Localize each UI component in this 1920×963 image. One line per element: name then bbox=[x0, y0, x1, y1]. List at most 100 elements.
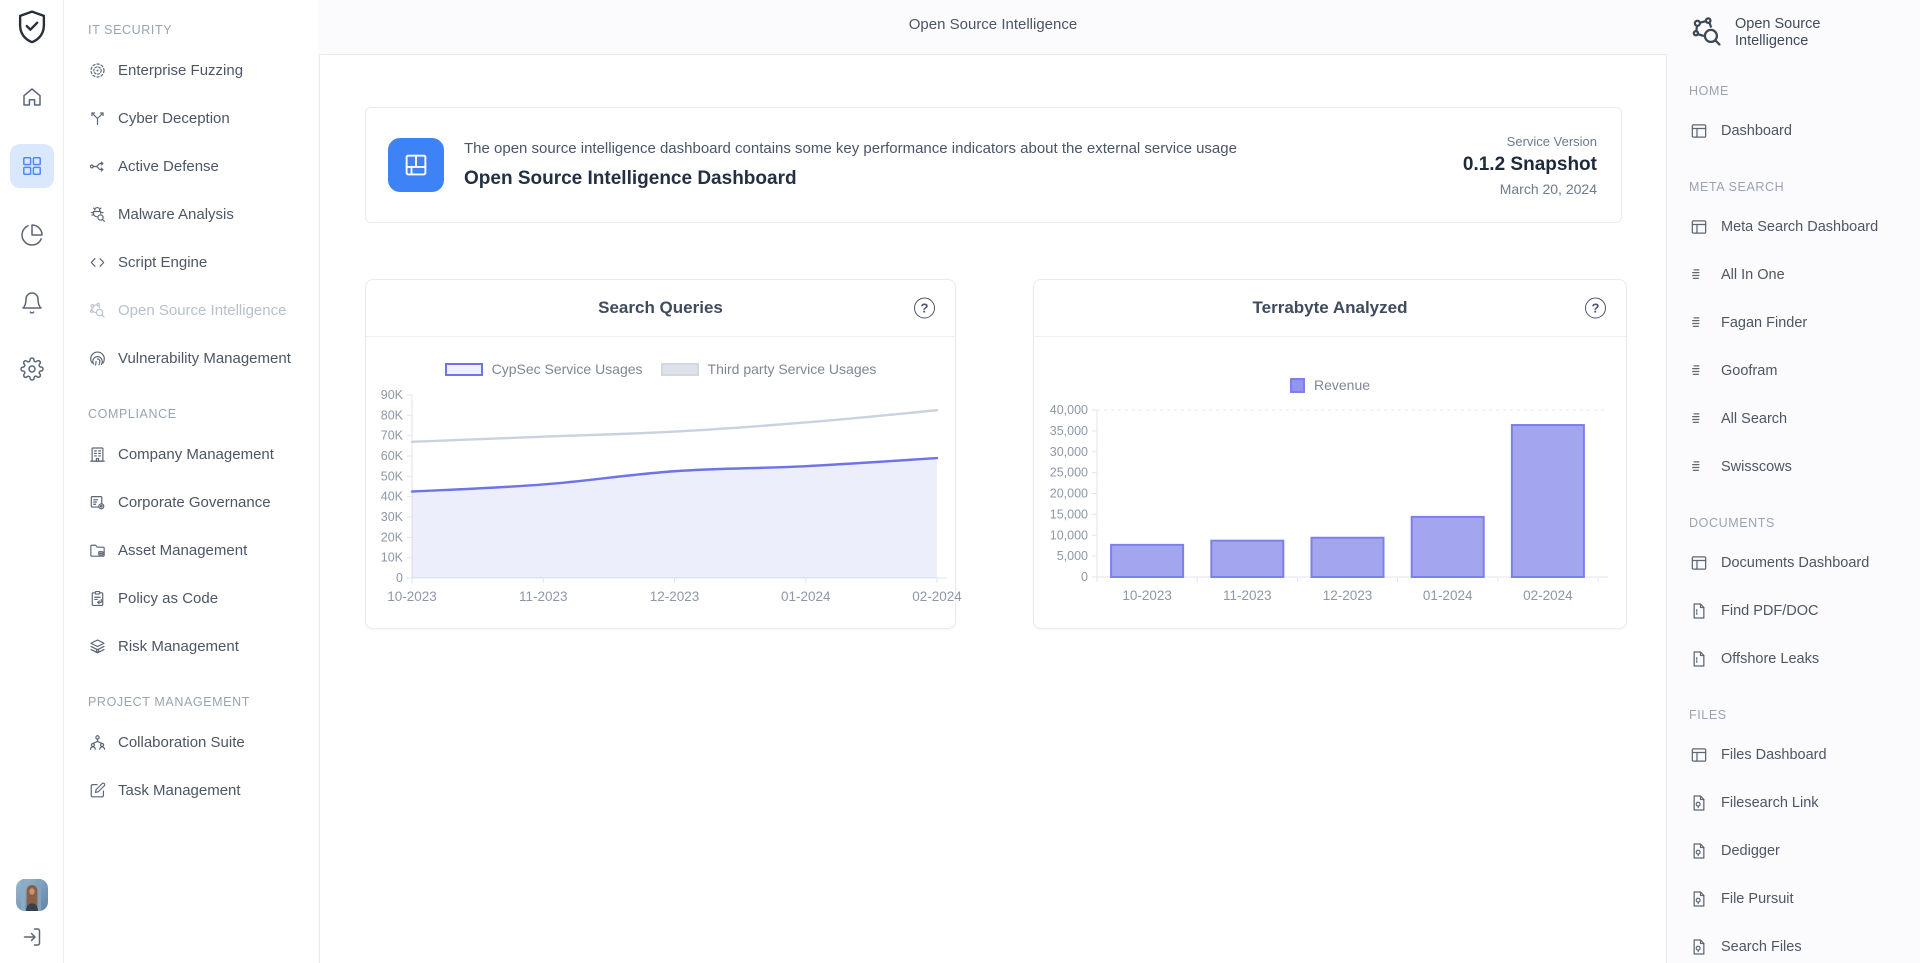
right-item-search-files[interactable]: Search Files bbox=[1689, 923, 1920, 963]
sidebar-item-risk-management[interactable]: Risk Management bbox=[88, 622, 318, 670]
help-icon[interactable] bbox=[914, 298, 935, 319]
right-sidebar-body: HOMEDashboardMETA SEARCHMeta Search Dash… bbox=[1689, 81, 1920, 963]
right-item-swisscows[interactable]: Swisscows bbox=[1689, 443, 1920, 491]
file-circle-icon bbox=[1689, 841, 1709, 861]
svg-text:01-2024: 01-2024 bbox=[781, 589, 831, 604]
sidebar-item-collaboration-suite[interactable]: Collaboration Suite bbox=[88, 718, 318, 766]
right-item-dashboard[interactable]: Dashboard bbox=[1689, 107, 1920, 155]
svg-text:10-2023: 10-2023 bbox=[1122, 588, 1172, 603]
logout-button[interactable] bbox=[20, 925, 44, 949]
right-item-offshore-leaks[interactable]: Offshore Leaks bbox=[1689, 635, 1920, 683]
svg-text:02-2024: 02-2024 bbox=[1523, 588, 1573, 603]
menu-item-label: File Pursuit bbox=[1721, 891, 1794, 907]
sidebar-item-policy-as-code[interactable]: Policy as Code bbox=[88, 574, 318, 622]
legend-item-revenue[interactable]: Revenue bbox=[1290, 377, 1370, 393]
right-item-goofram[interactable]: Goofram bbox=[1689, 347, 1920, 395]
main-panel: The open source intelligence dashboard c… bbox=[319, 54, 1667, 963]
sidebar-item-malware-analysis[interactable]: Malware Analysis bbox=[88, 190, 318, 238]
chart-legend: Revenue bbox=[1034, 375, 1626, 395]
code-icon bbox=[88, 253, 107, 272]
svg-text:70K: 70K bbox=[381, 429, 404, 443]
right-item-meta-search-dashboard[interactable]: Meta Search Dashboard bbox=[1689, 203, 1920, 251]
user-avatar[interactable] bbox=[16, 879, 48, 911]
doc-dashed-icon bbox=[1689, 649, 1709, 669]
right-section-files: FILES bbox=[1689, 705, 1920, 725]
sidebar-item-cyber-deception[interactable]: Cyber Deception bbox=[88, 94, 318, 142]
rail-pie-chart-button[interactable] bbox=[10, 213, 54, 257]
right-item-all-in-one[interactable]: All In One bbox=[1689, 251, 1920, 299]
info-description: The open source intelligence dashboard c… bbox=[464, 140, 1237, 157]
right-item-dedigger[interactable]: Dedigger bbox=[1689, 827, 1920, 875]
menu-item-label: Active Defense bbox=[118, 158, 219, 175]
window-icon bbox=[1689, 121, 1709, 141]
right-item-file-pursuit[interactable]: File Pursuit bbox=[1689, 875, 1920, 923]
right-item-files-dashboard[interactable]: Files Dashboard bbox=[1689, 731, 1920, 779]
rail-settings-button[interactable] bbox=[10, 347, 54, 391]
rail-grid-button[interactable] bbox=[10, 144, 54, 188]
menu-item-label: Documents Dashboard bbox=[1721, 555, 1869, 571]
branch-icon bbox=[88, 109, 107, 128]
edit-square-icon bbox=[88, 781, 107, 800]
sidebar-item-script-engine[interactable]: Script Engine bbox=[88, 238, 318, 286]
sidebar-item-task-management[interactable]: Task Management bbox=[88, 766, 318, 814]
right-sidebar-title: Open Source Intelligence bbox=[1735, 14, 1847, 51]
list-icon bbox=[1689, 265, 1709, 285]
menu-item-label: Meta Search Dashboard bbox=[1721, 219, 1878, 235]
svg-text:10-2023: 10-2023 bbox=[387, 589, 437, 604]
help-icon[interactable] bbox=[1585, 298, 1606, 319]
svg-text:50K: 50K bbox=[381, 469, 404, 483]
sidebar-item-asset-management[interactable]: Asset Management bbox=[88, 526, 318, 574]
right-item-filesearch-link[interactable]: Filesearch Link bbox=[1689, 779, 1920, 827]
target-dashed-icon bbox=[88, 61, 107, 80]
avatar-photo bbox=[16, 879, 48, 911]
chart-legend: CypSec Service Usages Third party Service… bbox=[366, 359, 955, 379]
flow-split-icon bbox=[88, 157, 107, 176]
search-queries-card: Search Queries CypSec Service UsagesThir… bbox=[365, 279, 956, 629]
sidebar-item-open-source-intelligence[interactable]: Open Source Intelligence bbox=[88, 286, 318, 334]
menu-item-label: All In One bbox=[1721, 267, 1785, 283]
svg-text:01-2024: 01-2024 bbox=[1423, 588, 1473, 603]
menu-item-label: Corporate Governance bbox=[118, 494, 271, 511]
bug-search-icon bbox=[88, 205, 107, 224]
svg-text:40,000: 40,000 bbox=[1050, 403, 1088, 417]
right-item-documents-dashboard[interactable]: Documents Dashboard bbox=[1689, 539, 1920, 587]
right-item-fagan-finder[interactable]: Fagan Finder bbox=[1689, 299, 1920, 347]
icon-rail bbox=[0, 0, 64, 963]
doc-gear-icon bbox=[88, 493, 107, 512]
legend-swatch bbox=[1290, 378, 1305, 393]
legend-label: Revenue bbox=[1314, 377, 1370, 393]
right-section-meta-search: META SEARCH bbox=[1689, 177, 1920, 197]
menu-item-label: Dashboard bbox=[1721, 123, 1792, 139]
version-label: Service Version bbox=[1463, 134, 1597, 149]
sidebar-item-active-defense[interactable]: Active Defense bbox=[88, 142, 318, 190]
folder-box-icon bbox=[88, 541, 107, 560]
info-text: The open source intelligence dashboard c… bbox=[464, 140, 1237, 190]
svg-text:30,000: 30,000 bbox=[1050, 445, 1088, 459]
sidebar-item-corporate-governance[interactable]: Corporate Governance bbox=[88, 478, 318, 526]
sidebar-item-enterprise-fuzzing[interactable]: Enterprise Fuzzing bbox=[88, 46, 318, 94]
rail-home-button[interactable] bbox=[10, 75, 54, 119]
svg-text:35,000: 35,000 bbox=[1050, 424, 1088, 438]
rail-bell-button[interactable] bbox=[10, 281, 54, 325]
legend-item-cypsec-service-usages[interactable]: CypSec Service Usages bbox=[445, 361, 643, 377]
right-item-find-pdf-doc[interactable]: Find PDF/DOC bbox=[1689, 587, 1920, 635]
menu-item-label: Search Files bbox=[1721, 939, 1802, 955]
sidebar-item-company-management[interactable]: Company Management bbox=[88, 430, 318, 478]
page-title: Open Source Intelligence bbox=[319, 16, 1667, 33]
menu-item-label: Dedigger bbox=[1721, 843, 1780, 859]
svg-text:80K: 80K bbox=[381, 408, 404, 422]
svg-text:10,000: 10,000 bbox=[1050, 528, 1088, 542]
sidebar-item-vulnerability-management[interactable]: Vulnerability Management bbox=[88, 334, 318, 382]
legend-item-third-party-service-usages[interactable]: Third party Service Usages bbox=[661, 361, 877, 377]
org-people-icon bbox=[88, 733, 107, 752]
menu-item-label: Script Engine bbox=[118, 254, 207, 271]
fingerprint-icon bbox=[88, 349, 107, 368]
layers-eye-icon bbox=[88, 637, 107, 656]
legend-label: Third party Service Usages bbox=[708, 361, 877, 377]
network-search-icon bbox=[88, 301, 107, 320]
file-circle-icon bbox=[1689, 889, 1709, 909]
menu-item-label: All Search bbox=[1721, 411, 1787, 427]
legend-label: CypSec Service Usages bbox=[492, 361, 643, 377]
menu-item-label: Risk Management bbox=[118, 638, 239, 655]
right-item-all-search[interactable]: All Search bbox=[1689, 395, 1920, 443]
